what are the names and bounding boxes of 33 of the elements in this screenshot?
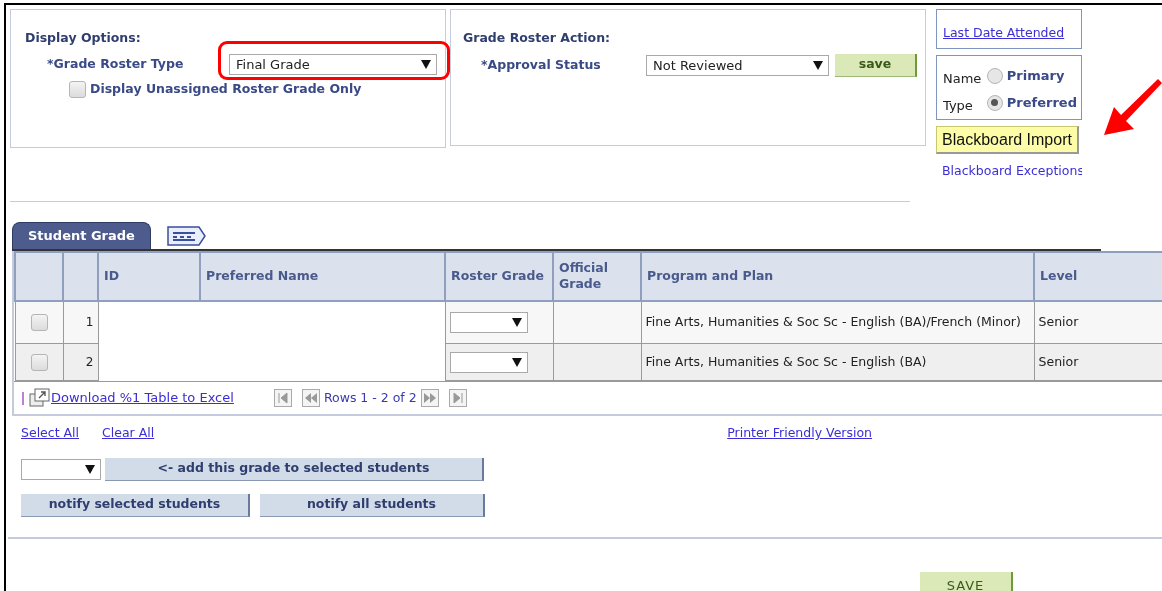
column-header: Program and Plan <box>641 251 1034 301</box>
rows-count-text: Rows 1 - 2 of 2 <box>323 388 417 407</box>
approval-status-dropdown[interactable]: Not Reviewed <box>646 54 829 76</box>
student-grade-tab[interactable]: Student Grade <box>12 222 151 249</box>
save-button[interactable]: save <box>835 53 917 77</box>
row-number: 1 <box>63 300 98 344</box>
column-header: Level <box>1034 251 1162 301</box>
checkbox-label: Display Unassigned Roster Grade Only <box>90 79 362 98</box>
column-header: Official Grade <box>553 251 641 301</box>
section-title: Display Options: <box>25 29 142 47</box>
notify-selected-button[interactable]: notify selected students <box>21 493 250 517</box>
column-header: ID <box>98 251 200 301</box>
download-link[interactable]: Download %1 Table to Excel <box>51 388 234 408</box>
notify-all-button[interactable]: notify all students <box>260 493 485 517</box>
row-number: 2 <box>63 343 98 381</box>
clear-all-link[interactable]: Clear All <box>102 424 155 443</box>
column-header: Roster Grade <box>445 251 553 301</box>
select-all-link[interactable]: Select All <box>21 424 80 443</box>
name-type-label: Type <box>943 97 974 115</box>
roster-type-dropdown[interactable]: Final Grade <box>229 53 437 75</box>
name-type-label: Name <box>943 70 983 88</box>
printer-friendly-link[interactable]: Printer Friendly Version <box>727 424 873 443</box>
section-title: Grade Roster Action: <box>463 29 612 47</box>
column-header: Preferred Name <box>200 251 445 301</box>
radio-label: Preferred <box>1006 93 1077 112</box>
field-label: *Grade Roster Type <box>47 54 185 73</box>
field-label: *Approval Status <box>481 55 602 74</box>
add-grade-button[interactable]: <- add this grade to selected students <box>105 457 484 481</box>
radio-label: Primary <box>1006 66 1065 85</box>
blackboard-import-button[interactable]: Blackboard Import <box>936 126 1079 154</box>
save-button[interactable]: SAVE <box>920 571 1013 591</box>
table-cell: Fine Arts, Humanities & Soc Sc - English (BA)/French (Minor) <box>641 300 1034 344</box>
table-cell: Fine Arts, Humanities & Soc Sc - English (BA) <box>641 343 1034 381</box>
